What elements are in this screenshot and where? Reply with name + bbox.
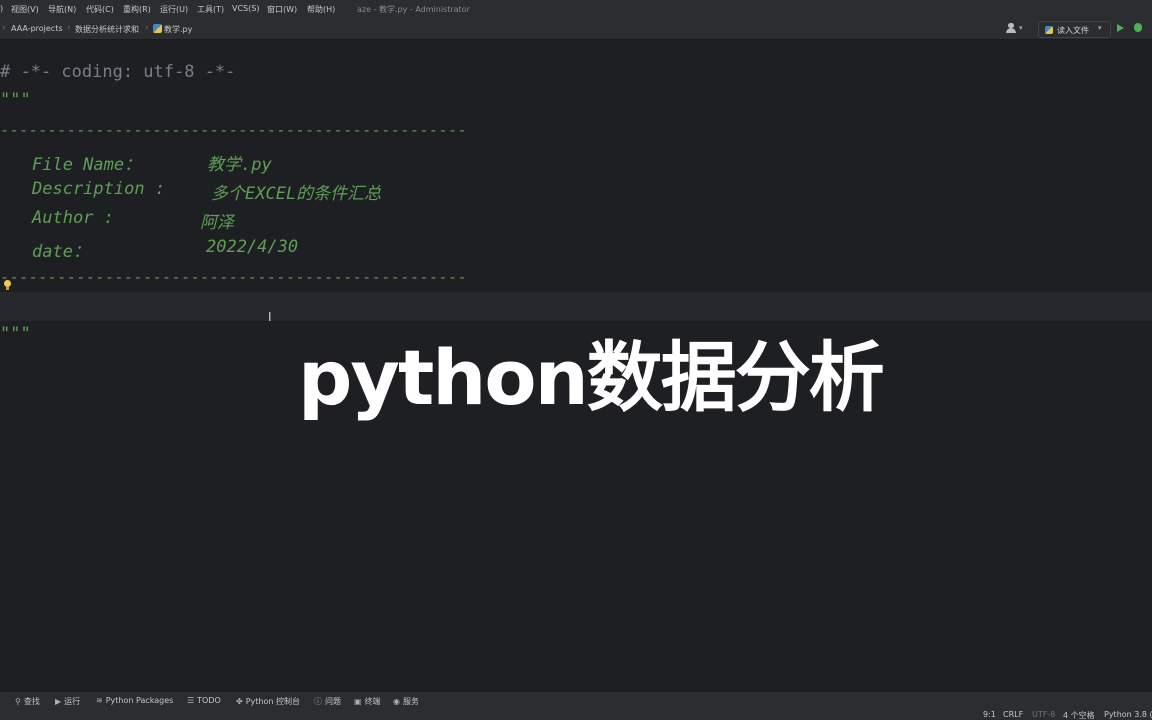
tool-terminal[interactable]: ▣终端 [354,696,381,707]
doc-description-key: Description : [32,179,165,199]
text-cursor-icon: I [268,310,272,324]
doc-author-value: 阿泽 [200,208,234,233]
tool-python-console[interactable]: ✤Python 控制台 [236,696,300,707]
breadcrumb-file[interactable]: 教学.py [164,24,192,35]
breadcrumb-folder[interactable]: 数据分析统计求和 [75,24,139,35]
python-icon [1045,26,1053,34]
play-icon: ▶ [55,697,61,706]
chevron-right-icon: › [2,23,6,33]
menu-item-help[interactable]: 帮助(H) [307,4,335,15]
tool-find[interactable]: ⚲查找 [15,696,40,707]
tool-problems[interactable]: ⓘ问题 [314,696,341,707]
tool-python-packages[interactable]: ≋Python Packages [96,696,173,705]
status-interpreter[interactable]: Python 3.8 ( [1104,710,1152,719]
lightbulb-icon[interactable] [4,280,11,287]
ide-window: ) 视图(V) 导航(N) 代码(C) 重构(R) 运行(U) 工具(T) VC… [0,0,1152,720]
code-line-encoding: # -*- coding: utf-8 -*- [0,62,235,82]
play-icon[interactable] [1117,24,1124,32]
doc-file-name-key: File Name： [32,150,141,175]
python-icon: ✤ [236,697,243,706]
menu-item-tools[interactable]: 工具(T) [197,4,224,15]
chevron-right-icon: › [67,23,71,33]
user-icon[interactable]: ▾ [1006,23,1028,35]
status-encoding[interactable]: UTF-8 [1032,710,1055,719]
docstring-open: """ [0,90,31,110]
list-icon: ☰ [187,696,194,705]
doc-date-value: 2022/4/30 [206,237,298,257]
menu-item-navigate[interactable]: 导航(N) [48,4,76,15]
navigation-bar: › AAA-projects › 数据分析统计求和 › 教学.py ▾ 读入文件… [0,18,1152,40]
menu-item-refactor[interactable]: 重构(R) [123,4,151,15]
tool-todo[interactable]: ☰TODO [187,696,221,705]
window-title: aze - 教学.py - Administrator [357,4,470,15]
tool-services[interactable]: ◉服务 [393,696,419,707]
doc-file-name-value: 教学.py [207,150,272,175]
tool-window-bar: ⚲查找 ▶运行 ≋Python Packages ☰TODO ✤Python 控… [0,692,1152,708]
menu-item-view[interactable]: 视图(V) [11,4,39,15]
doc-author-key: Author : [32,208,114,228]
services-icon: ◉ [393,697,400,706]
status-indent[interactable]: 4 个空格 [1063,710,1095,720]
menu-item-run[interactable]: 运行(U) [160,4,188,15]
lightbulb-base [6,287,9,290]
search-icon: ⚲ [15,697,21,706]
menu-item-prev-fragment: ) [0,4,3,13]
info-icon: ⓘ [314,697,322,706]
layers-icon: ≋ [96,696,103,705]
status-line-separator[interactable]: CRLF [1003,710,1023,719]
docstring-close: """ [0,324,31,344]
run-configuration-select[interactable]: 读入文件 ▾ [1038,21,1111,38]
tool-run[interactable]: ▶运行 [55,696,80,707]
docstring-separator-top: ----------------------------------------… [0,121,467,139]
menu-item-vcs[interactable]: VCS(S) [232,4,259,13]
menu-bar: ) 视图(V) 导航(N) 代码(C) 重构(R) 运行(U) 工具(T) VC… [0,0,1152,18]
doc-date-key: date： [32,237,90,262]
docstring-separator-bottom: ----------------------------------------… [0,268,467,286]
chevron-right-icon: › [145,23,149,33]
breadcrumb-project[interactable]: AAA-projects [11,24,63,33]
menu-item-window[interactable]: 窗口(W) [267,4,297,15]
status-caret-position[interactable]: 9:1 [983,710,996,719]
status-bar: 9:1 CRLF UTF-8 4 个空格 Python 3.8 ( [0,708,1152,720]
doc-description-value: 多个EXCEL的条件汇总 [211,179,381,204]
run-configuration-label: 读入文件 [1057,25,1089,36]
python-file-icon [153,24,162,33]
menu-item-code[interactable]: 代码(C) [86,4,114,15]
overlay-title: python数据分析 [298,316,883,426]
chevron-down-icon: ▾ [1098,24,1102,32]
bug-icon[interactable] [1134,23,1142,32]
terminal-icon: ▣ [354,697,362,706]
